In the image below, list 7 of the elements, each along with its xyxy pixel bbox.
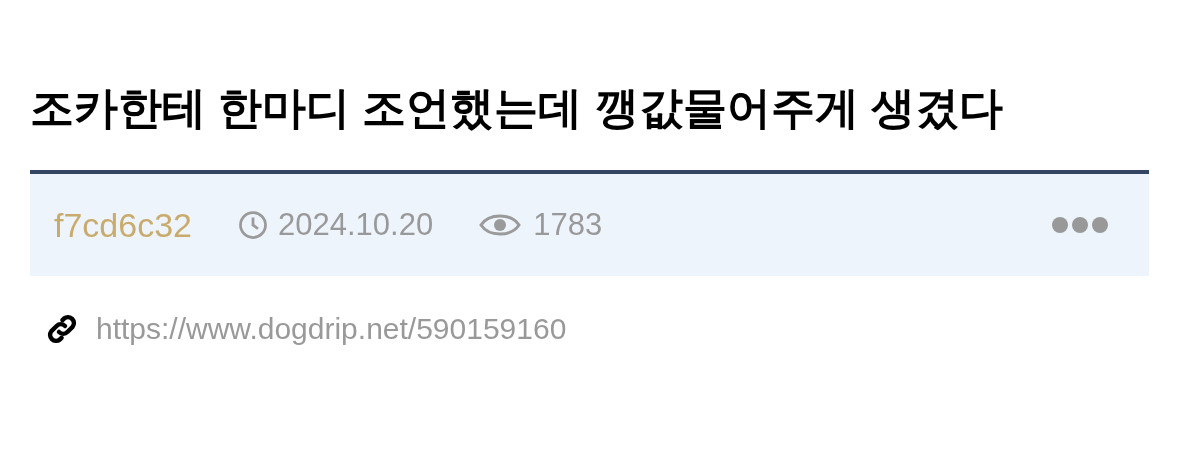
- post-url[interactable]: https://www.dogdrip.net/590159160: [96, 306, 567, 351]
- post-date: 2024.10.20: [278, 205, 434, 244]
- author-name[interactable]: f7cd6c32: [54, 199, 192, 251]
- post-title: 조카한테 한마디 조언했는데 깽값물어주게 생겼다: [30, 82, 1004, 134]
- clock-icon: [238, 210, 268, 240]
- more-options-icon[interactable]: [1051, 216, 1109, 234]
- view-count: 1783: [533, 205, 603, 244]
